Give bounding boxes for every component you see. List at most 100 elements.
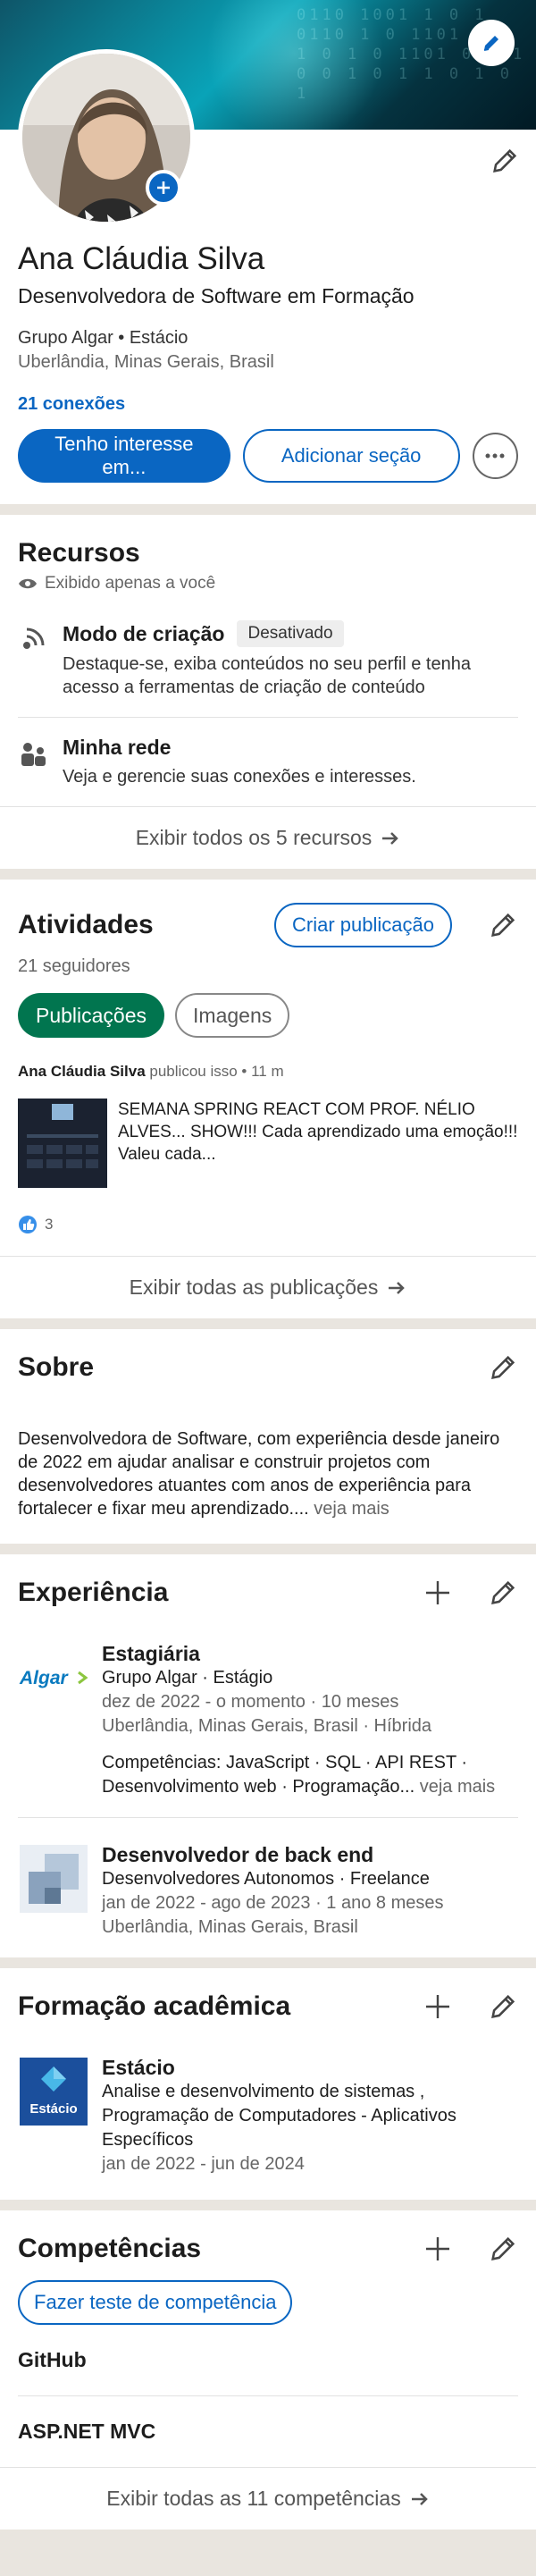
resource-creator-mode[interactable]: Modo de criação Desativado Destaque-se, e… — [18, 602, 518, 717]
education-dates: jan de 2022 - jun de 2024 — [102, 2154, 305, 2174]
arrow-right-icon — [389, 1281, 406, 1294]
see-more-link[interactable]: veja mais — [309, 1499, 389, 1519]
profile-organizations[interactable]: Grupo Algar • Estácio — [18, 328, 518, 349]
skill-item[interactable]: ASP.NET MVC — [18, 2396, 518, 2467]
footer-label: Exibir todas as 11 competências — [106, 2487, 401, 2510]
education-item[interactable]: Estácio Estácio Analise e desenvolviment… — [18, 2031, 518, 2200]
profile-headline: Desenvolvedora de Software em Formação — [18, 284, 415, 307]
experience-title: Estagiária — [102, 1642, 200, 1665]
pencil-icon[interactable] — [488, 1578, 518, 1608]
add-photo-button[interactable] — [146, 170, 181, 206]
open-to-button[interactable]: Tenho interesse em... — [18, 429, 230, 483]
connections-link[interactable]: 21 conexões — [18, 394, 518, 415]
add-section-button[interactable]: Adicionar seção — [242, 429, 460, 483]
see-more-link[interactable]: veja mais — [415, 1777, 495, 1797]
pencil-icon — [483, 36, 498, 51]
pencil-icon[interactable] — [488, 1352, 518, 1383]
algar-logo: Algar — [18, 1642, 89, 1713]
post-meta: publicou isso • 11 m — [145, 1063, 284, 1080]
take-skill-test-button[interactable]: Fazer teste de competência — [18, 2280, 293, 2325]
experience-section: Experiência Algar Estagiária Grupo Algar… — [0, 1554, 536, 1957]
skill-item[interactable]: GitHub — [18, 2325, 518, 2396]
create-post-button[interactable]: Criar publicação — [274, 903, 452, 947]
school-name: Estácio — [102, 2056, 175, 2079]
private-note-text: Exibido apenas a você — [45, 574, 216, 593]
private-note: Exibido apenas a você — [18, 574, 518, 593]
estacio-logo: Estácio — [18, 2056, 89, 2127]
experience-title: Experiência — [18, 1578, 169, 1607]
pencil-icon — [493, 148, 517, 173]
experience-item[interactable]: Desenvolvedor de back end Desenvolvedore… — [18, 1817, 518, 1957]
edit-cover-button[interactable] — [468, 20, 515, 66]
experience-item[interactable]: Algar Estagiária Grupo Algar · Estágio d… — [18, 1617, 518, 1817]
more-button[interactable] — [472, 433, 518, 479]
post-author[interactable]: Ana Cláudia Silva — [18, 1063, 146, 1080]
plus-icon[interactable] — [423, 1992, 452, 2021]
education-section: Formação acadêmica Estácio Estácio Anali… — [0, 1968, 536, 2200]
tab-images[interactable]: Imagens — [175, 993, 290, 1038]
plus-icon[interactable] — [423, 1578, 452, 1607]
about-body: Desenvolvedora de Software, com experiên… — [18, 1429, 500, 1519]
skills-section: Competências Fazer teste de competência … — [0, 2210, 536, 2530]
resource-my-network[interactable]: Minha rede Veja e gerencie suas conexões… — [18, 717, 518, 806]
algar-logo-text: Algar — [19, 1668, 70, 1688]
footer-label: Exibir todas as publicações — [129, 1275, 379, 1299]
plus-icon — [157, 181, 170, 194]
followers-count: 21 seguidores — [18, 956, 130, 976]
arrow-right-icon — [411, 2492, 428, 2505]
show-all-skills-link[interactable]: Exibir todas as 11 competências — [0, 2467, 536, 2530]
profile-page: 0110 1001 1 0 1 0110 1 0 1101 1 0 1 0 1 … — [0, 0, 536, 2576]
experience-title: Desenvolvedor de back end — [102, 1843, 374, 1866]
profile-name: Ana Cláudia Silva — [18, 241, 265, 276]
pencil-icon[interactable] — [488, 1991, 518, 2022]
skills-text: Competências: JavaScript · SQL · API RES… — [102, 1753, 468, 1797]
plus-icon[interactable] — [423, 2235, 452, 2263]
resources-title: Recursos — [18, 538, 140, 568]
course-name: Analise e desenvolvimento de sistemas , … — [102, 2082, 456, 2150]
activity-tabs: Publicações Imagens — [18, 993, 518, 1038]
profile-actions: Tenho interesse em... Adicionar seção — [18, 429, 518, 483]
activity-section: Atividades Criar publicação 21 seguidore… — [0, 880, 536, 1318]
resource-desc: Destaque-se, exiba conteúdos no seu perf… — [63, 654, 471, 697]
profile-card: 0110 1001 1 0 1 0110 1 0 1101 1 0 1 0 1 … — [0, 0, 536, 504]
resource-title: Minha rede — [63, 736, 172, 759]
experience-location: Uberlândia, Minas Gerais, Brasil — [102, 1917, 358, 1937]
skills-title: Competências — [18, 2234, 202, 2263]
show-all-posts-link[interactable]: Exibir todas as publicações — [0, 1256, 536, 1318]
post-image — [18, 1099, 107, 1188]
post-author-line: Ana Cláudia Silva publicou isso • 11 m — [18, 1063, 518, 1081]
reactions-count: 3 — [45, 1216, 54, 1233]
pencil-icon[interactable] — [488, 2234, 518, 2264]
experience-location: Uberlândia, Minas Gerais, Brasil · Híbri… — [102, 1716, 432, 1736]
activity-title: Atividades — [18, 910, 154, 939]
company-placeholder-logo — [18, 1843, 89, 1915]
reactions[interactable]: 3 — [18, 1215, 518, 1234]
resources-section: Recursos Exibido apenas a você Modo de c… — [0, 515, 536, 869]
status-badge: Desativado — [237, 620, 344, 647]
experience-skills: Competências: JavaScript · SQL · API RES… — [102, 1751, 518, 1799]
tab-posts[interactable]: Publicações — [18, 993, 165, 1038]
people-icon — [21, 743, 46, 766]
education-title: Formação acadêmica — [18, 1991, 291, 2021]
more-icon — [485, 453, 505, 459]
eye-icon — [19, 578, 37, 589]
experience-dates: dez de 2022 - o momento · 10 meses — [102, 1692, 399, 1712]
pencil-icon[interactable] — [488, 910, 518, 940]
show-all-resources-link[interactable]: Exibir todos os 5 recursos — [0, 806, 536, 869]
profile-location: Uberlândia, Minas Gerais, Brasil — [18, 352, 274, 372]
post-item[interactable]: SEMANA SPRING REACT COM PROF. NÉLIO ALVE… — [18, 1099, 518, 1188]
edit-profile-button[interactable] — [490, 146, 520, 181]
about-text: Desenvolvedora de Software, com experiên… — [18, 1427, 518, 1544]
about-title: Sobre — [18, 1352, 95, 1382]
broadcast-icon — [23, 627, 45, 649]
post-thumbnail — [18, 1099, 107, 1188]
estacio-logo-text: Estácio — [29, 2101, 77, 2117]
experience-company: Desenvolvedores Autonomos · Freelance — [102, 1869, 430, 1889]
about-section: Sobre Desenvolvedora de Software, com ex… — [0, 1329, 536, 1544]
experience-company: Grupo Algar · Estágio — [102, 1668, 273, 1688]
footer-label: Exibir todos os 5 recursos — [135, 826, 373, 849]
resource-desc: Veja e gerencie suas conexões e interess… — [63, 767, 416, 787]
like-icon — [19, 1216, 37, 1233]
post-text: SEMANA SPRING REACT COM PROF. NÉLIO ALVE… — [118, 1100, 518, 1164]
experience-dates: jan de 2022 - ago de 2023 · 1 ano 8 mese… — [102, 1893, 444, 1913]
